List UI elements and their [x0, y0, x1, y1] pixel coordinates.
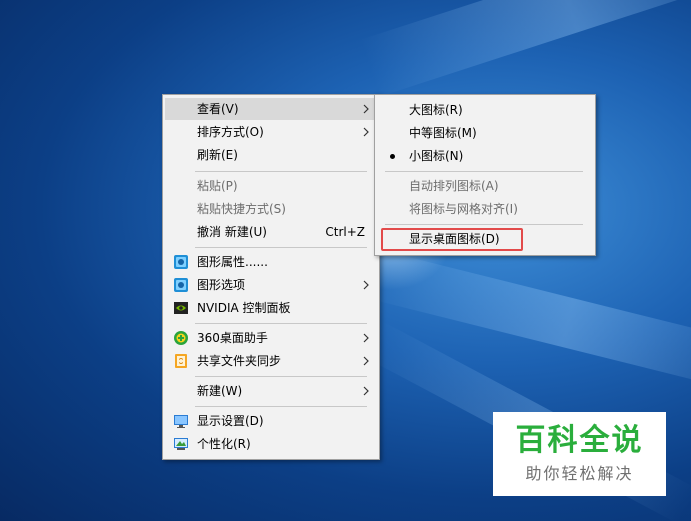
menu-item-label: 360桌面助手 — [197, 331, 268, 345]
menu-item-label: 中等图标(M) — [409, 126, 477, 140]
menu-item-large-icons[interactable]: 大图标(R) — [377, 99, 593, 121]
menu-item-label: 个性化(R) — [197, 437, 251, 451]
menu-item-label: 新建(W) — [197, 384, 243, 398]
menu-item-label: 图形选项 — [197, 278, 246, 292]
menu-separator — [195, 376, 367, 377]
menu-separator — [195, 406, 367, 407]
menu-item-label: 查看(V) — [197, 102, 239, 116]
nvidia-icon — [174, 302, 188, 314]
menu-item-graphics-properties[interactable]: 图形属性...... — [165, 251, 377, 273]
menu-item-new[interactable]: 新建(W) — [165, 380, 377, 402]
menu-separator — [195, 247, 367, 248]
wallpaper-light-beam — [360, 0, 691, 98]
menu-item-label: 撤消 新建(U) — [197, 225, 267, 239]
menu-item-display-settings[interactable]: 显示设置(D) — [165, 410, 377, 432]
chevron-right-icon — [363, 333, 369, 343]
menu-item-auto-arrange: 自动排列图标(A) — [377, 175, 593, 197]
share-sync-icon — [175, 354, 187, 368]
watermark-title: 百科全说 — [515, 423, 644, 458]
chevron-right-icon — [363, 280, 369, 290]
radio-bullet-icon — [390, 154, 395, 159]
menu-item-label: 排序方式(O) — [197, 125, 264, 139]
menu-item-label: 自动排列图标(A) — [409, 179, 499, 193]
chevron-right-icon — [363, 386, 369, 396]
menu-separator — [195, 323, 367, 324]
menu-item-shared-folder-sync[interactable]: 共享文件夹同步 — [165, 350, 377, 372]
display-icon — [174, 415, 188, 428]
menu-item-label: 刷新(E) — [197, 148, 238, 162]
menu-item-nvidia-control-panel[interactable]: NVIDIA 控制面板 — [165, 297, 377, 319]
menu-item-graphics-options[interactable]: 图形选项 — [165, 274, 377, 296]
chevron-right-icon — [363, 356, 369, 366]
menu-separator — [385, 171, 583, 172]
menu-item-paste: 粘贴(P) — [165, 175, 377, 197]
menu-item-medium-icons[interactable]: 中等图标(M) — [377, 122, 593, 144]
menu-separator — [385, 224, 583, 225]
desktop-context-menu: 查看(V) 排序方式(O) 刷新(E) 粘贴(P) 粘贴快捷方式(S) 撤消 新… — [162, 94, 380, 460]
menu-item-sort-by[interactable]: 排序方式(O) — [165, 121, 377, 143]
personalize-icon — [174, 438, 188, 450]
intel-graphics-icon — [174, 255, 188, 269]
menu-item-label: 共享文件夹同步 — [197, 354, 282, 368]
menu-item-label: 粘贴快捷方式(S) — [197, 202, 286, 216]
chevron-right-icon — [363, 104, 369, 114]
menu-item-label: 图形属性...... — [197, 255, 268, 269]
menu-item-align-to-grid: 将图标与网格对齐(I) — [377, 198, 593, 220]
watermark-logo: 百科全说 助你轻松解决 — [493, 412, 666, 496]
menu-item-small-icons[interactable]: 小图标(N) — [377, 145, 593, 167]
chevron-right-icon — [363, 127, 369, 137]
menu-item-label: 小图标(N) — [409, 149, 464, 163]
menu-item-label: 将图标与网格对齐(I) — [409, 202, 518, 216]
menu-separator — [195, 171, 367, 172]
menu-item-label: 显示设置(D) — [197, 414, 264, 428]
annotation-highlight-box — [381, 228, 523, 251]
menu-item-label: NVIDIA 控制面板 — [197, 301, 291, 315]
menu-item-view[interactable]: 查看(V) — [165, 98, 377, 120]
view-submenu: 大图标(R) 中等图标(M) 小图标(N) 自动排列图标(A) 将图标与网格对齐… — [374, 94, 596, 256]
watermark-subtitle: 助你轻松解决 — [525, 464, 634, 483]
menu-item-personalize[interactable]: 个性化(R) — [165, 433, 377, 455]
intel-graphics-icon — [174, 278, 188, 292]
menu-item-undo-new[interactable]: 撤消 新建(U) Ctrl+Z — [165, 221, 377, 243]
menu-item-360-desktop-assistant[interactable]: 360桌面助手 — [165, 327, 377, 349]
360-icon — [174, 331, 188, 345]
menu-item-label: 粘贴(P) — [197, 179, 238, 193]
menu-item-paste-shortcut: 粘贴快捷方式(S) — [165, 198, 377, 220]
menu-item-refresh[interactable]: 刷新(E) — [165, 144, 377, 166]
menu-item-shortcut: Ctrl+Z — [325, 225, 365, 239]
menu-item-label: 大图标(R) — [409, 103, 463, 117]
